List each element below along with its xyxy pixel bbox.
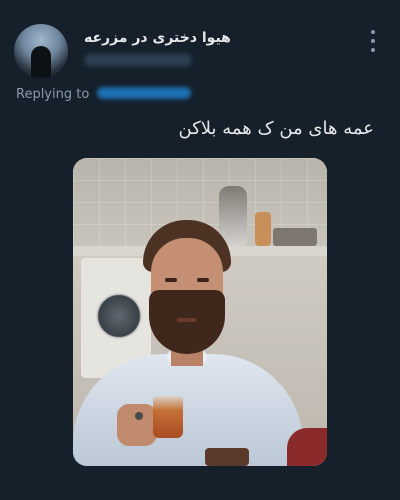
man-mouth <box>177 318 197 322</box>
other-person-sleeve <box>287 428 327 466</box>
mention-link-blurred[interactable] <box>97 87 192 99</box>
washing-machine-door <box>95 292 143 340</box>
dot-icon <box>371 30 375 34</box>
left-eye <box>165 278 177 282</box>
dot-icon <box>371 48 375 52</box>
tweet-media-image[interactable] <box>73 158 327 466</box>
author-display-name[interactable]: هیوا دختری در مزرعه <box>84 30 231 46</box>
dot-icon <box>371 39 375 43</box>
plate-food <box>205 448 249 466</box>
jar <box>255 212 271 246</box>
replying-to-label: Replying to <box>16 87 90 102</box>
tweet-card: هیوا دختری در مزرعه Replying to عمه های … <box>0 0 400 500</box>
right-eye <box>197 278 209 282</box>
media-scene <box>73 158 327 466</box>
tea-glass <box>153 396 183 438</box>
avatar[interactable] <box>14 24 68 78</box>
man-hand <box>117 404 157 446</box>
tweet-text: عمه های من ک همه بلاکن <box>178 118 375 139</box>
author-handle-blurred <box>84 54 192 66</box>
avatar-silhouette <box>31 46 51 78</box>
more-vertical-icon[interactable] <box>370 30 376 52</box>
shelf-items <box>273 228 317 246</box>
replying-to-line: Replying to <box>16 87 192 102</box>
ring <box>135 412 143 420</box>
